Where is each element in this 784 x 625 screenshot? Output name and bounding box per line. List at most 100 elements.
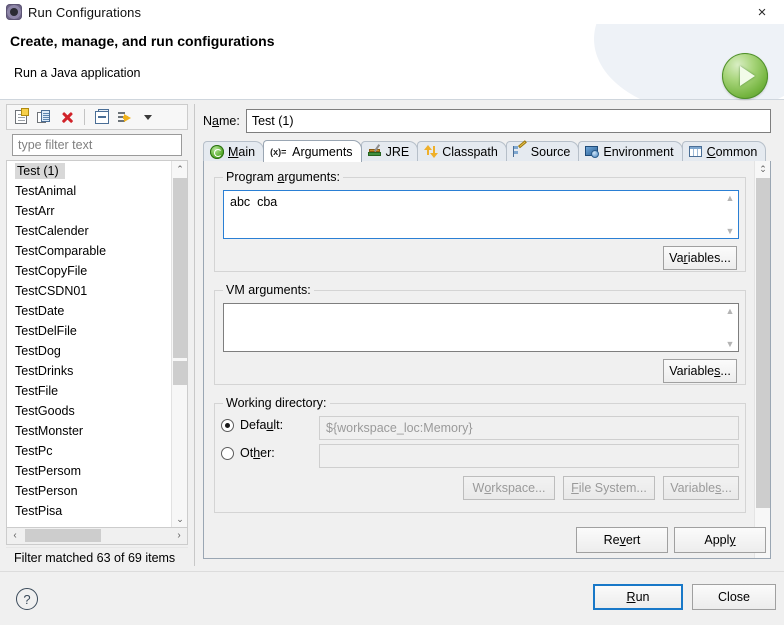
main-java-icon: [210, 145, 224, 159]
filter-status-text: Filter matched 63 of 69 items: [6, 547, 188, 567]
variables-button[interactable]: Variable s...: [663, 476, 739, 500]
apply-button[interactable]: Appl y: [674, 527, 766, 553]
list-item-label: TestGoods: [15, 404, 75, 418]
list-item[interactable]: TestAnimal: [7, 181, 170, 201]
list-item[interactable]: TestCSDN01: [7, 281, 170, 301]
tab-environment[interactable]: Environment: [578, 141, 683, 162]
list-item-label: TestCopyFile: [15, 264, 88, 278]
arguments-tab-panel: Program arguments: abc cba ▲ ▼ Va r iables…: [203, 161, 771, 559]
program-arguments-label: Program arguments:: [223, 170, 343, 184]
scroll-right-icon[interactable]: ›: [171, 528, 187, 543]
program-arguments-textarea[interactable]: abc cba ▲ ▼: [223, 190, 739, 239]
list-vertical-scroll-thumb-secondary[interactable]: [173, 361, 187, 385]
scroll-up-icon[interactable]: ⌃: [172, 161, 187, 177]
program-arguments-group: Program arguments: abc cba ▲ ▼ Va r iables…: [214, 170, 746, 272]
list-item-label: TestDrinks: [15, 364, 74, 378]
configurations-list[interactable]: Test (1) TestAnimal TestArr TestCalender Tes…: [6, 160, 188, 528]
list-item[interactable]: TestPc: [7, 441, 170, 461]
list-item-label: TestPc: [15, 444, 53, 458]
vm-arguments-variables-button[interactable]: Variable s...: [663, 359, 737, 383]
vm-arguments-textarea[interactable]: ▲ ▼: [223, 303, 739, 352]
run-button[interactable]: Run: [593, 584, 683, 610]
list-item[interactable]: TestComparable: [7, 241, 170, 261]
list-item[interactable]: TestDelFile: [7, 321, 170, 341]
common-table-icon: [688, 145, 703, 159]
tab-main[interactable]: Main: [203, 141, 265, 162]
scroll-left-icon[interactable]: ‹: [7, 528, 23, 543]
page-title: Create, manage, and run configurations: [10, 33, 275, 49]
duplicate-icon: [37, 110, 51, 124]
list-item[interactable]: TestPersom: [7, 461, 170, 481]
working-directory-other-input[interactable]: [319, 444, 739, 468]
list-item[interactable]: TestDate: [7, 301, 170, 321]
jre-books-icon: [367, 144, 382, 159]
vm-arguments-scrollbar[interactable]: ▲ ▼: [722, 304, 738, 351]
list-item-label: TestDog: [15, 344, 61, 358]
close-icon[interactable]: ×: [746, 2, 778, 22]
list-item-label: TestDate: [15, 304, 65, 318]
working-directory-default-radio[interactable]: Default:: [221, 418, 283, 432]
filter-input[interactable]: type filter text: [12, 134, 182, 156]
program-arguments-variables-button[interactable]: Va r iables...: [663, 246, 737, 270]
name-input[interactable]: Test (1): [245, 109, 771, 133]
filter-configurations-button[interactable]: [115, 107, 135, 127]
list-vertical-scroll-thumb[interactable]: [173, 178, 187, 358]
arguments-x-icon: (x)=: [270, 146, 287, 157]
configurations-toolbar: [6, 104, 188, 130]
list-item[interactable]: TestArr: [7, 201, 170, 221]
list-item-label: TestPersom: [15, 464, 81, 478]
scroll-down-icon[interactable]: ⌄: [172, 511, 187, 527]
radio-indicator: [221, 418, 234, 432]
filter-placeholder: type filter text: [18, 138, 93, 152]
tab-jre[interactable]: JRE: [360, 141, 419, 162]
list-horizontal-scroll-thumb[interactable]: [25, 529, 101, 542]
close-button[interactable]: Close: [692, 584, 776, 610]
list-item[interactable]: TestDog: [7, 341, 170, 361]
list-item[interactable]: TestFile: [7, 381, 170, 401]
panel-vertical-scrollbar[interactable]: ⌃ ⌄: [754, 161, 770, 558]
environment-monitor-icon: [585, 145, 600, 159]
list-item-label: TestCSDN01: [15, 284, 88, 298]
new-configuration-button[interactable]: [11, 107, 31, 127]
working-directory-other-radio[interactable]: Other:: [221, 446, 275, 460]
list-item-label: TestDelFile: [15, 324, 77, 338]
name-row: Name: Test (1): [203, 109, 771, 133]
tab-label: Source: [530, 145, 571, 159]
collapse-all-button[interactable]: [92, 107, 112, 127]
program-arguments-scrollbar[interactable]: ▲ ▼: [722, 191, 738, 238]
help-icon[interactable]: ?: [16, 588, 38, 610]
list-item[interactable]: TestGoods: [7, 401, 170, 421]
list-item[interactable]: TestPerson: [7, 481, 170, 501]
working-directory-default-value: ${workspace_loc:Memory}: [319, 416, 739, 440]
list-item-label: TestAnimal: [15, 184, 77, 198]
list-horizontal-scrollbar[interactable]: ‹ ›: [6, 528, 188, 545]
list-item[interactable]: TestMonster: [7, 421, 170, 441]
collapse-all-icon: [95, 108, 109, 124]
tab-common[interactable]: Common: [681, 141, 767, 162]
revert-button[interactable]: Re v ert: [576, 527, 668, 553]
configurations-panel: type filter text Test (1) TestAnimal TestA…: [6, 104, 188, 566]
view-menu-button[interactable]: [138, 107, 158, 127]
scroll-down-icon[interactable]: ▼: [722, 224, 738, 238]
scroll-down-icon[interactable]: ▼: [722, 337, 738, 351]
scroll-up-icon[interactable]: ▲: [722, 304, 738, 318]
panel-vertical-scroll-thumb[interactable]: [756, 178, 770, 508]
file-system-button[interactable]: File System...: [563, 476, 655, 500]
tab-arguments[interactable]: (x)= Arguments: [263, 140, 362, 162]
list-item[interactable]: TestPisa: [7, 501, 170, 521]
list-vertical-scrollbar[interactable]: ⌃ ⌄: [171, 161, 187, 527]
list-item[interactable]: TestCopyFile: [7, 261, 170, 281]
workspace-button[interactable]: Wo rkspace...: [463, 476, 555, 500]
tab-classpath[interactable]: Classpath: [417, 141, 507, 162]
tab-label: Common: [706, 145, 758, 159]
list-item[interactable]: TestDrinks: [7, 361, 170, 381]
configuration-tabs: Main (x)= Arguments JRE Classpath Source Envir…: [203, 140, 771, 162]
delete-configuration-button[interactable]: [57, 107, 77, 127]
duplicate-configuration-button[interactable]: [34, 107, 54, 127]
configuration-editor-panel: Name: Test (1) Main (x)= Arguments JRE Class…: [194, 104, 778, 566]
tab-source[interactable]: Source: [505, 140, 580, 162]
list-item[interactable]: Test (1): [7, 161, 170, 181]
scroll-down-icon[interactable]: ⌄: [755, 161, 771, 177]
scroll-up-icon[interactable]: ▲: [722, 191, 738, 205]
list-item[interactable]: TestCalender: [7, 221, 170, 241]
